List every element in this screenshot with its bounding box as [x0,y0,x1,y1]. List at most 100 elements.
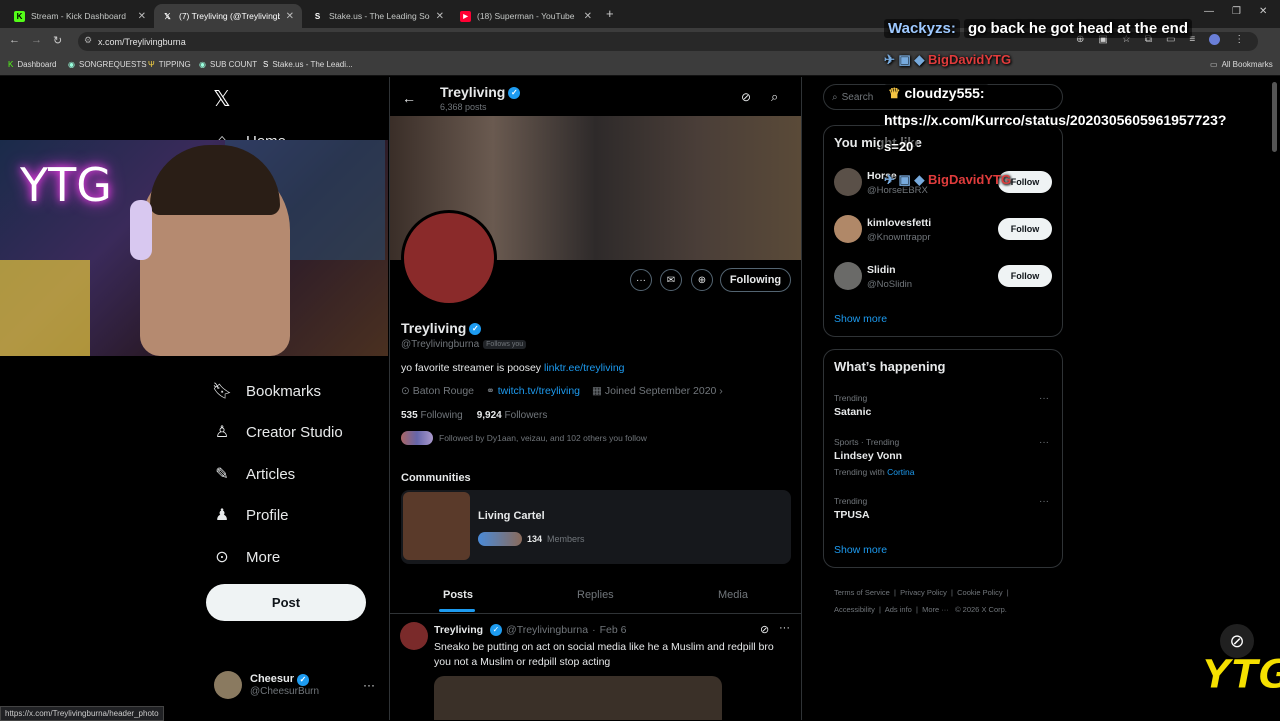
browser-tab-x[interactable]: 𝕏 (7) Treyliving (@Treylivingburna) / X … [154,4,302,28]
account-more-icon[interactable]: ··· [363,678,375,692]
follow-button[interactable]: Follow [998,265,1052,287]
followed-by[interactable]: Followed by Dy1aan, veizau, and 102 othe… [401,431,647,445]
close-tab-icon[interactable]: ✕ [436,11,444,22]
calendar-icon: ▦ [592,385,605,397]
crown-icon: ♛ [888,85,901,101]
community-members: 134 Members [478,532,585,546]
trend-title[interactable]: TPUSA [834,509,870,521]
following-button[interactable]: Following [720,268,791,292]
bookmark-dashboard[interactable]: K Dashboard [8,60,56,69]
message-icon[interactable]: ✉ [660,269,682,291]
bookmarks-bar: K Dashboard ◉ SONGREQUESTS Ψ TIPPING ◉ SUB C… [0,54,1280,76]
suggestion-avatar[interactable] [834,215,862,243]
ytg-logo: YTG [1201,652,1280,699]
neon-sign: YTG [20,158,112,212]
new-tab-icon[interactable]: + [606,6,614,21]
reload-icon[interactable]: ↻ [53,34,62,47]
header-name: Treyliving ✓ [440,84,521,100]
stake-icon: S [314,11,321,21]
follows-you-badge: Follows you [483,340,527,349]
all-bookmarks[interactable]: ▭ All Bookmarks [1210,60,1273,69]
mutual-avatars [401,431,433,445]
close-tab-icon[interactable]: ✕ [138,11,146,22]
trend-title[interactable]: Lindsey Vonn [834,450,902,462]
browser-tab-stake[interactable]: S Stake.us - The Leading Social Casino ✕ [304,4,452,28]
suggestion-name[interactable]: kimlovesfetti [867,217,931,229]
close-tab-icon[interactable]: ✕ [584,11,592,22]
folder-icon: ▭ [1210,60,1218,69]
trend-context: Sports · Trending [834,437,900,447]
trend-context: Trending [834,496,868,506]
profile-avatar[interactable] [401,210,497,306]
chat-message: ✈ ▣ ◆ BigDavidYTG [884,172,1012,187]
trend-context: Trending [834,393,868,403]
headphones-icon [130,200,152,260]
post-more-icon[interactable]: ··· [779,622,790,634]
avatar-icon[interactable] [1209,34,1221,45]
trend-more-icon[interactable]: ··· [1039,393,1049,404]
post-media[interactable] [434,676,722,720]
bookmark-sub-count[interactable]: ◉ SUB COUNT [199,60,257,69]
account-switcher[interactable]: Cheesur ✓ @CheesurBurn [214,671,319,699]
nav-creator-studio[interactable]: ♙ Creator Studio [212,422,343,442]
grok-icon[interactable]: ⊘ [760,623,769,636]
nav-articles[interactable]: ✎ Articles [212,464,295,484]
bookmark-tipping[interactable]: Ψ TIPPING [148,60,191,69]
verified-icon: ✓ [490,624,503,636]
post-avatar[interactable] [400,622,428,650]
bio-link[interactable]: linktr.ee/treyliving [544,362,625,374]
location-icon: ⊙ [401,385,413,397]
grok-icon[interactable]: ⊘ [741,90,751,104]
scrollbar-thumb[interactable] [1272,82,1277,152]
creator-studio-icon: ♙ [214,424,230,441]
verified-icon: ✓ [297,673,310,686]
more-options-icon[interactable]: ··· [630,269,652,291]
whats-happening-heading: What’s happening [834,359,946,374]
browser-tab-youtube[interactable]: ▶ (18) Superman - YouTube ✕ [452,4,600,28]
followers-link[interactable]: 9,924 Followers [477,410,548,421]
close-window-icon[interactable]: ✕ [1259,6,1267,17]
maximize-icon[interactable]: ❐ [1232,6,1241,17]
bookmark-songrequests[interactable]: ◉ SONGREQUESTS [68,60,147,69]
follow-counts: 535 Following 9,924 Followers [401,410,547,421]
forward-icon[interactable]: → [31,34,42,46]
suggestion-name[interactable]: Slidin [867,264,896,276]
back-icon[interactable]: ← [9,34,20,46]
menu-icon[interactable]: ⋮ [1234,34,1244,45]
tab-media[interactable]: Media [718,589,748,601]
post-button[interactable]: Post [206,584,366,621]
nav-profile[interactable]: ♟ Profile [212,505,289,525]
community-card[interactable]: Living Cartel 134 Members [401,490,791,564]
nav-more[interactable]: ⊙ More [212,547,280,567]
badge-icon: ✈ ▣ ◆ [884,52,929,67]
profile-tabs: Posts Replies Media [390,582,801,614]
trend-more-icon[interactable]: ··· [1039,496,1049,507]
minimize-icon[interactable]: — [1204,6,1214,17]
following-link[interactable]: 535 Following [401,410,463,421]
trend-more-icon[interactable]: ··· [1039,437,1049,448]
trend-title[interactable]: Satanic [834,406,871,418]
bookmark-stake[interactable]: S Stake.us - The Leadi... [263,60,353,69]
suggestion-avatar[interactable] [834,262,862,290]
nav-bookmarks[interactable]: 🔖︎ Bookmarks [212,381,321,401]
suggestion-avatar[interactable] [834,168,862,196]
search-icon: ⌕ [832,91,838,103]
x-logo-icon[interactable]: 𝕏 [213,86,231,112]
back-arrow-icon[interactable]: ← [402,90,416,106]
suggestion-handle: @NoSlidin [867,279,913,290]
site-info-icon[interactable]: ⚙ [84,35,92,46]
show-more-link[interactable]: Show more [834,544,887,556]
website-link[interactable]: twitch.tv/treyliving [498,385,580,397]
suggestion-handle: @Knowntrappr [867,232,931,243]
subscribe-icon[interactable]: ⊕ [691,269,713,291]
search-icon[interactable]: ⌕ [771,89,778,105]
tab-posts[interactable]: Posts [443,589,473,601]
close-tab-icon[interactable]: ✕ [286,11,294,22]
chat-message: ✈ ▣ ◆ BigDavidYTG [884,52,1012,67]
follow-button[interactable]: Follow [998,218,1052,240]
avatar [214,671,242,699]
browser-tab-kick[interactable]: K Stream - Kick Dashboard ✕ [6,4,154,28]
show-more-link[interactable]: Show more [834,313,887,325]
community-name: Living Cartel [478,510,545,522]
tab-replies[interactable]: Replies [577,589,614,601]
